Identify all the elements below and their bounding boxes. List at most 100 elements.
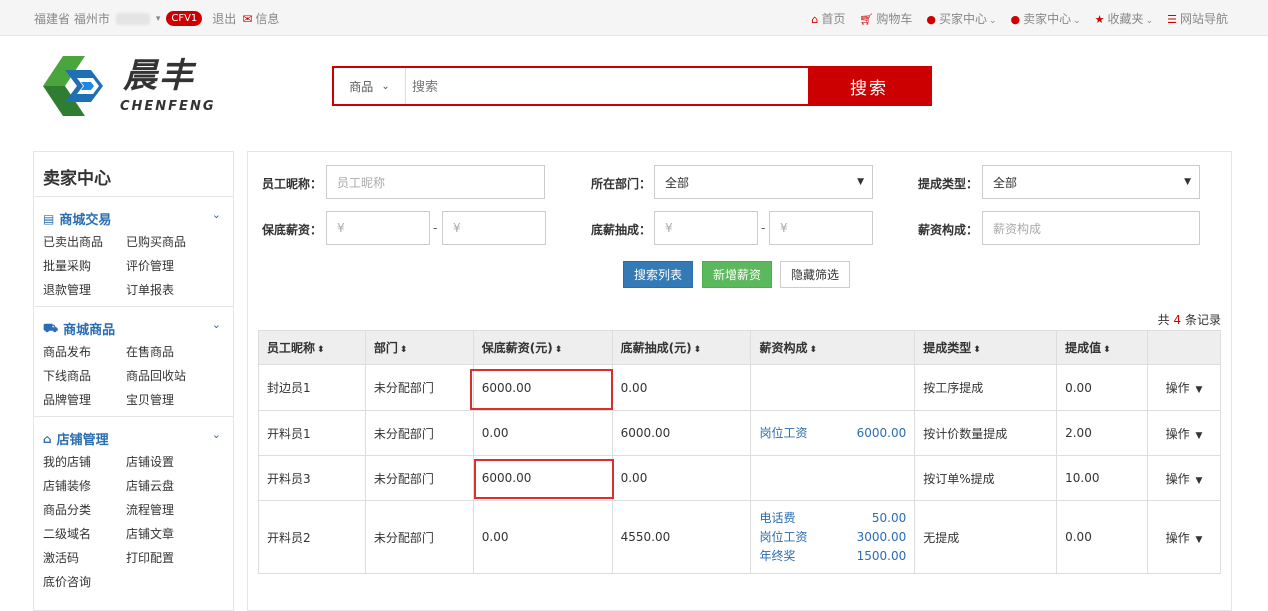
actions-dropdown[interactable]: 操作 ▼ xyxy=(1147,500,1221,574)
sidebar-link[interactable]: 店铺云盘 xyxy=(126,477,216,494)
base-commission-max-input[interactable]: ¥ xyxy=(769,211,873,245)
salary-component-link[interactable]: 年终奖 1500.00 xyxy=(759,547,906,566)
home-link[interactable]: ⌂ 首页 xyxy=(811,10,845,27)
col-header-nickname[interactable]: 员工昵称 ⬍ xyxy=(258,330,366,365)
sidebar-link[interactable]: 商品回收站 xyxy=(126,367,216,384)
commission-type-select[interactable]: 全部 ▼ xyxy=(982,165,1200,199)
cell-commission-value: 0.00 xyxy=(1056,500,1148,574)
sidebar-link[interactable]: 店铺文章 xyxy=(126,525,216,542)
chevron-down-icon[interactable]: ⌄ xyxy=(212,428,221,441)
sidebar-link[interactable]: 底价咨询 xyxy=(43,573,126,590)
sidebar-link[interactable]: 店铺装修 xyxy=(43,477,126,494)
username-blurred[interactable] xyxy=(115,12,150,25)
add-salary-button[interactable]: 新增薪资 xyxy=(702,261,772,288)
chevron-down-icon[interactable]: ⌄ xyxy=(212,208,221,221)
sidebar-link[interactable]: 批量采购 xyxy=(43,257,126,274)
sidebar-link[interactable]: 评价管理 xyxy=(126,257,216,274)
salary-component-link[interactable]: 岗位工资 6000.00 xyxy=(759,424,906,443)
sort-icon: ⬍ xyxy=(973,345,981,355)
actions-dropdown[interactable]: 操作 ▼ xyxy=(1147,364,1221,411)
home-icon: ⌂ xyxy=(811,13,819,26)
sort-icon: ⬍ xyxy=(1103,345,1111,355)
cell-dept: 未分配部门 xyxy=(364,500,474,574)
sidebar-link[interactable]: 订单报表 xyxy=(126,281,216,298)
sidebar-link[interactable]: 店铺设置 xyxy=(126,453,216,470)
sidebar-link[interactable]: 商品发布 xyxy=(43,343,126,360)
sort-icon: ⬍ xyxy=(317,345,325,355)
sidebar-section-shop: ⌂ 店铺管理 ⌄ 我的店铺 店铺设置 店铺装修 店铺云盘 商品分类 流程管理 二级… xyxy=(34,417,233,598)
sidebar-link[interactable]: 下线商品 xyxy=(43,367,126,384)
col-header-actions xyxy=(1147,330,1221,365)
cell-commission-type: 无提成 xyxy=(914,500,1058,574)
actions-dropdown[interactable]: 操作 ▼ xyxy=(1147,455,1221,501)
cell-dept: 未分配部门 xyxy=(364,455,474,501)
base-commission-min-input[interactable]: ¥ xyxy=(654,211,758,245)
search-button[interactable]: 搜索 xyxy=(808,68,930,104)
cell-nickname: 开料员1 xyxy=(258,410,366,456)
sidebar-link[interactable]: 已卖出商品 xyxy=(43,233,126,250)
sidebar-link[interactable]: 打印配置 xyxy=(126,549,216,566)
sidebar-link[interactable]: 流程管理 xyxy=(126,501,216,518)
cell-nickname: 开料员2 xyxy=(258,500,366,574)
sidebar-link[interactable]: 激活码 xyxy=(43,549,126,566)
logout-link[interactable]: 退出 xyxy=(212,10,236,27)
sidebar-link[interactable]: 在售商品 xyxy=(126,343,216,360)
search-input[interactable] xyxy=(406,68,808,104)
sidebar-link[interactable]: 我的店铺 xyxy=(43,453,126,470)
range-dash: - xyxy=(433,221,438,235)
sidebar-link[interactable]: 商品分类 xyxy=(43,501,126,518)
dept-select[interactable]: 全部 ▼ xyxy=(654,165,873,199)
top-bar: 福建省 福州市 ▾ CFV1 退出 ✉ 信息 ⌂ 首页 🛒︎ 购物车 ● 买家中心 ⌄ … xyxy=(0,0,1268,36)
chevron-down-icon[interactable]: ▾ xyxy=(156,14,161,24)
salary-composition-input[interactable]: 薪资构成 xyxy=(982,211,1200,245)
col-header-salary-composition[interactable]: 薪资构成 ⬍ xyxy=(750,330,916,365)
salary-component-link[interactable]: 岗位工资 3000.00 xyxy=(759,528,906,547)
buyer-center-link[interactable]: ● 买家中心 ⌄ xyxy=(926,10,996,27)
cell-dept: 未分配部门 xyxy=(364,410,474,456)
hide-filter-button[interactable]: 隐藏筛选 xyxy=(780,261,850,288)
dept-label: 所在部门： xyxy=(591,177,652,191)
cell-commission-type: 按订单%提成 xyxy=(914,455,1058,501)
col-header-commission-value[interactable]: 提成值 ⬍ xyxy=(1056,330,1148,365)
location-text[interactable]: 福建省 福州市 xyxy=(34,10,110,27)
sidebar-link[interactable]: 已购买商品 xyxy=(126,233,216,250)
search-category-select[interactable]: 商品 ⌄ xyxy=(334,68,406,104)
message-link[interactable]: 信息 xyxy=(255,10,279,27)
sidebar-link[interactable]: 品牌管理 xyxy=(43,391,126,408)
sidebar-section-goods: ⛟ 商城商品 ⌄ 商品发布 在售商品 下线商品 商品回收站 品牌管理 宝贝管理 xyxy=(34,307,233,417)
chevron-down-icon[interactable]: ⌄ xyxy=(212,318,221,331)
sidebar-link[interactable]: 退款管理 xyxy=(43,281,126,298)
cell-salary-composition xyxy=(750,364,916,411)
caret-down-icon: ▼ xyxy=(1195,534,1203,545)
chevron-down-icon: ⌄ xyxy=(1145,16,1154,26)
base-salary-max-input[interactable]: ¥ xyxy=(442,211,546,245)
home-icon: ⌂ xyxy=(43,431,52,446)
sidebar-link[interactable]: 宝贝管理 xyxy=(126,391,216,408)
salary-component-link[interactable]: 电话费 50.00 xyxy=(759,509,906,528)
favorites-link[interactable]: ★ 收藏夹 ⌄ xyxy=(1095,10,1153,27)
logo-text-en: CHENFENG xyxy=(120,99,216,114)
cell-base-commission: 0.00 xyxy=(611,455,752,501)
sidebar-link[interactable]: 二级域名 xyxy=(43,525,126,542)
cell-salary-composition: 岗位工资 6000.00 xyxy=(750,410,916,456)
col-header-dept[interactable]: 部门 ⬍ xyxy=(364,330,474,365)
sitemap-link[interactable]: ☰ 网站导航 xyxy=(1167,10,1228,27)
nickname-input[interactable]: 员工昵称 xyxy=(326,165,545,199)
user-icon: ● xyxy=(926,13,936,26)
cell-commission-type: 按计价数量提成 xyxy=(914,410,1058,456)
caret-down-icon: ▼ xyxy=(857,177,864,187)
actions-dropdown[interactable]: 操作 ▼ xyxy=(1147,410,1221,456)
table-row: 封边员1 未分配部门 6000.00 0.00 按工序提成 0.00 操作 ▼ xyxy=(258,364,1221,411)
col-header-base-salary[interactable]: 保底薪资(元) ⬍ xyxy=(472,330,613,365)
col-header-base-commission[interactable]: 底薪抽成(元) ⬍ xyxy=(611,330,752,365)
logo-text-cn: 晨丰 xyxy=(123,56,195,96)
search-list-button[interactable]: 搜索列表 xyxy=(623,261,693,288)
base-salary-min-input[interactable]: ¥ xyxy=(326,211,430,245)
site-logo[interactable]: 晨丰 CHENFENG xyxy=(33,48,233,124)
caret-down-icon: ▼ xyxy=(1195,385,1203,395)
cart-icon: 🛒︎ xyxy=(859,13,874,26)
seller-center-link[interactable]: ● 卖家中心 ⌄ xyxy=(1011,10,1081,27)
col-header-commission-type[interactable]: 提成类型 ⬍ xyxy=(914,330,1058,365)
user-icon: ● xyxy=(1010,13,1021,26)
cart-link[interactable]: 🛒︎ 购物车 xyxy=(859,10,912,27)
